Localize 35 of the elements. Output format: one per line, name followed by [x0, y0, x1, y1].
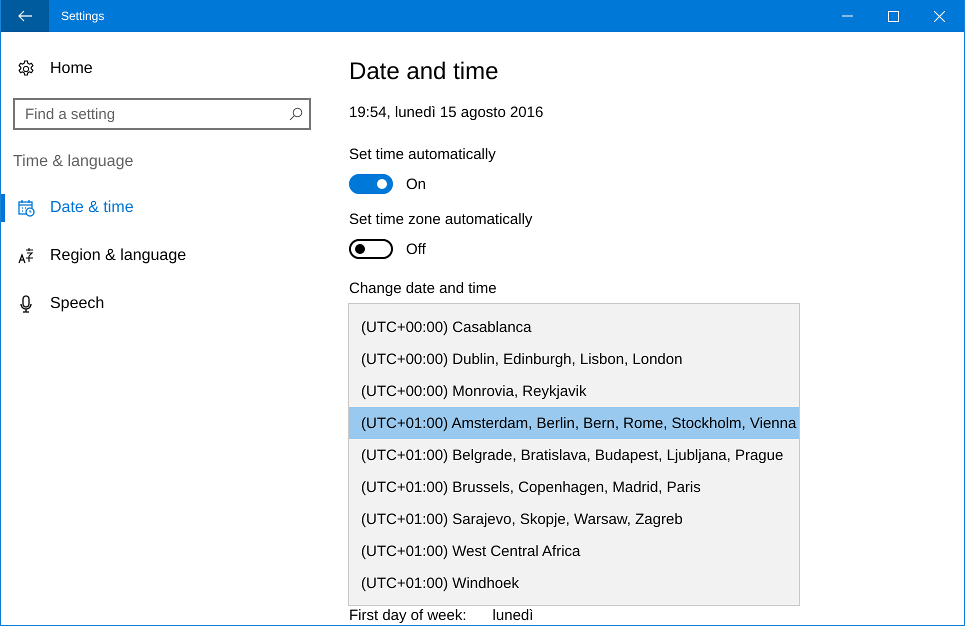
current-date-time: 19:54, lunedì 15 agosto 2016 [349, 104, 544, 121]
time-zone-option[interactable]: (UTC+01:00) Sarajevo, Skopje, Warsaw, Zagreb [349, 503, 799, 535]
window-title: Settings [61, 9, 106, 23]
close-icon [934, 10, 944, 22]
minimize-icon [842, 15, 852, 17]
nav-item[interactable]: Region & language [1, 239, 192, 273]
nav-item[interactable]: Speech [1, 287, 110, 321]
toggle-switch[interactable] [349, 239, 393, 259]
time-zone-option[interactable]: (UTC+00:00) Monrovia, Reykjavik [349, 375, 799, 407]
toggle-state-label: Off [406, 240, 426, 258]
toggle-state-label: On [406, 176, 426, 192]
field-label: First day of week: [349, 608, 467, 624]
settings-icon [17, 60, 35, 78]
time-zone-option[interactable]: (UTC+01:00) West Central Africa [349, 535, 799, 567]
time-zone-option[interactable]: (UTC+01:00) Amsterdam, Berlin, Bern, Rome, Stockholm, Vienna [349, 407, 799, 439]
search-icon [289, 107, 303, 121]
time-zone-option[interactable]: (UTC+00:00) Casablanca [349, 311, 799, 343]
time-zone-option[interactable]: (UTC+01:00) Brussels, Copenhagen, Madrid, Paris [349, 471, 799, 503]
time-zone-option[interactable]: (UTC+00:00) Dublin, Edinburgh, Lisbon, London [349, 343, 799, 375]
search-field[interactable]: Find a setting [13, 98, 311, 130]
setting-label: Set time zone automatically [349, 211, 534, 228]
field-value: lunedì [492, 608, 534, 624]
time-zone-option[interactable]: (UTC+01:00) Windhoek [349, 567, 799, 599]
toggle-switch[interactable] [349, 174, 393, 194]
section-heading: Change date and time [349, 280, 498, 297]
setting-label: Set time automatically [349, 146, 497, 163]
page-title: Date and time [349, 58, 500, 87]
calendar-clock-icon [17, 199, 35, 217]
language-icon [17, 247, 35, 265]
nav-item[interactable]: Date & time [1, 191, 140, 225]
section-heading: Time & language [13, 153, 134, 171]
home-nav-item[interactable]: Home [1, 52, 99, 86]
back-arrow-icon [17, 10, 33, 22]
time-zone-option[interactable]: (UTC+01:00) Belgrade, Bratislava, Budapest, Ljubljana, Prague [349, 439, 799, 471]
maximize-icon [888, 10, 898, 22]
